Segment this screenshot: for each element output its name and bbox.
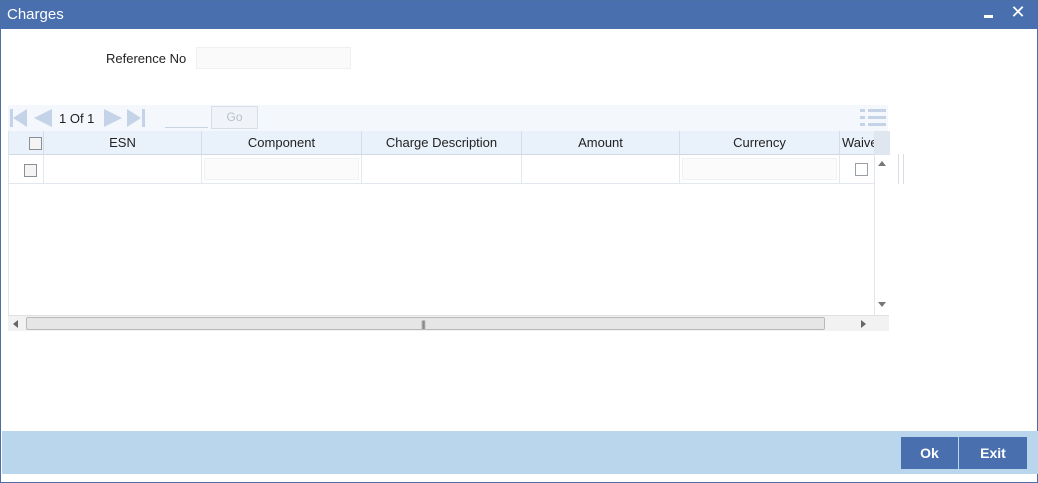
charge-description-cell (362, 155, 522, 184)
scroll-right-icon[interactable] (861, 320, 866, 328)
pagination-bar: 1 Of 1 Go (8, 105, 888, 131)
row-select-cell (9, 155, 44, 184)
divider (903, 154, 904, 184)
currency-cell (680, 155, 840, 184)
list-view-icon[interactable] (860, 107, 886, 129)
select-all-checkbox[interactable] (29, 137, 42, 150)
esn-value (46, 158, 199, 180)
scroll-up-icon[interactable] (878, 161, 886, 166)
charge-description-value (364, 158, 519, 180)
table-row (9, 155, 874, 184)
page-number-input[interactable] (165, 108, 208, 128)
scrollbar-thumb[interactable]: ||| (26, 317, 825, 330)
scroll-down-icon[interactable] (878, 302, 886, 307)
next-page-icon[interactable] (104, 109, 122, 127)
grid-header: ESN Component Charge Description Amount … (9, 131, 874, 155)
amount-value (524, 158, 677, 180)
column-header-charge-description[interactable]: Charge Description (362, 131, 522, 155)
component-cell (202, 155, 362, 184)
last-page-icon-bar (142, 109, 145, 127)
column-header-waive[interactable]: Waive (840, 131, 874, 155)
last-page-icon[interactable] (127, 109, 141, 127)
exit-button[interactable]: Exit (959, 437, 1027, 469)
column-header-amount[interactable]: Amount (522, 131, 680, 155)
reference-no-input[interactable] (196, 47, 351, 69)
esn-cell (44, 155, 202, 184)
title-bar: Charges ✕ (1, 1, 1037, 29)
divider (898, 154, 899, 184)
column-header-currency[interactable]: Currency (680, 131, 840, 155)
ok-button[interactable]: Ok (901, 437, 958, 469)
amount-cell (522, 155, 680, 184)
minimize-icon[interactable] (977, 1, 999, 27)
charges-grid: ESN Component Charge Description Amount … (8, 131, 874, 315)
go-button[interactable]: Go (211, 106, 258, 129)
row-select-checkbox[interactable] (24, 164, 37, 177)
waive-cell (840, 155, 874, 184)
vertical-scrollbar[interactable] (874, 131, 890, 315)
scrollbar-header-cap (875, 131, 890, 155)
scroll-left-icon[interactable] (13, 320, 18, 328)
grip-icon: ||| (421, 319, 426, 329)
previous-page-icon[interactable] (34, 109, 52, 127)
reference-no-label: Reference No (106, 51, 187, 66)
select-all-column (9, 131, 44, 155)
waive-checkbox[interactable] (855, 163, 868, 176)
component-input[interactable] (204, 158, 359, 180)
column-header-esn[interactable]: ESN (44, 131, 202, 155)
first-page-icon[interactable] (13, 109, 27, 127)
window-title: Charges (7, 6, 64, 23)
charges-window: Charges ✕ Reference No 1 Of 1 Go ESN Com… (0, 0, 1038, 483)
close-icon[interactable]: ✕ (1007, 1, 1029, 27)
column-header-component[interactable]: Component (202, 131, 362, 155)
horizontal-scrollbar[interactable]: ||| (8, 315, 889, 331)
footer-bar: Ok Exit (2, 431, 1038, 474)
currency-input[interactable] (682, 158, 837, 180)
page-indicator: 1 Of 1 (59, 111, 95, 126)
